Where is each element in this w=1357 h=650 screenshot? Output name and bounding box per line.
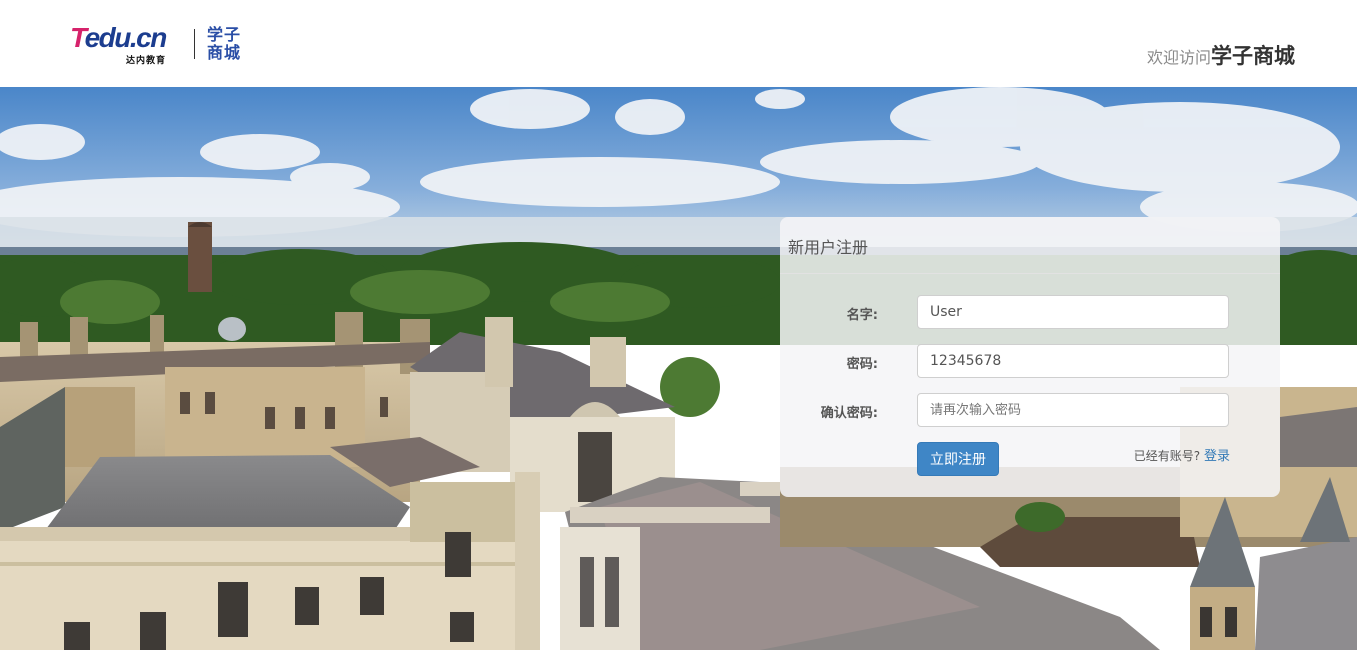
welcome-site-name: 学子商城	[1211, 44, 1295, 68]
logo-brand-sub: 达内教育	[126, 56, 167, 66]
name-label: 名字:	[846, 308, 878, 323]
page-header: Tedu.cn 达内教育 学子商城 欢迎访问学子商城	[0, 0, 1357, 87]
login-prompt-text: 已经有账号?	[1133, 449, 1201, 463]
welcome-prefix: 欢迎访问	[1146, 48, 1211, 67]
logo-brand-rest: edu.cn	[84, 22, 168, 53]
password-input[interactable]	[917, 344, 1229, 378]
login-hint: 已经有账号? 登录	[1134, 445, 1230, 464]
logo-brand-prefix: T	[70, 22, 86, 53]
register-submit-button[interactable]: 立即注册	[917, 442, 999, 476]
register-panel: 新用户注册 名字: 密码: 确认密码: 立即注册 已经有账号? 登录	[780, 217, 1280, 497]
name-input[interactable]	[917, 295, 1229, 329]
confirm-password-label: 确认密码:	[820, 406, 878, 421]
logo-site-name: 学子商城	[207, 25, 242, 62]
login-link[interactable]: 登录	[1204, 449, 1230, 464]
confirm-password-input[interactable]	[917, 393, 1229, 427]
logo-divider	[194, 29, 195, 59]
site-logo[interactable]: Tedu.cn 达内教育 学子商城	[70, 22, 245, 66]
register-title: 新用户注册	[788, 238, 869, 257]
welcome-text: 欢迎访问学子商城	[1147, 40, 1295, 70]
register-title-divider	[780, 273, 1280, 274]
password-label: 密码:	[846, 357, 878, 372]
tedu-logo: Tedu.cn 达内教育	[70, 22, 184, 66]
